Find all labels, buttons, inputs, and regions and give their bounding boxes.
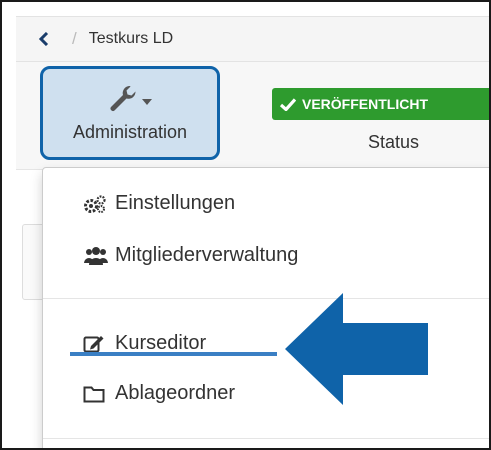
breadcrumb-course[interactable]: Testkurs LD bbox=[89, 30, 173, 48]
caret-down-icon bbox=[142, 92, 152, 110]
menu-item-label: Mitgliederverwaltung bbox=[115, 244, 299, 266]
status-badge-text: VERÖFFENTLICHT bbox=[302, 96, 428, 112]
edit-icon bbox=[83, 334, 109, 354]
breadcrumb-separator: / bbox=[72, 29, 77, 48]
breadcrumb: / Testkurs LD bbox=[16, 16, 489, 62]
menu-divider bbox=[43, 438, 489, 439]
menu-item-mitgliederverwaltung[interactable]: Mitgliederverwaltung bbox=[83, 244, 298, 267]
administration-button[interactable]: Administration bbox=[40, 66, 220, 160]
arrow-left-icon bbox=[285, 293, 428, 405]
users-icon bbox=[83, 246, 109, 266]
status-label: Status bbox=[368, 132, 420, 152]
chevron-left-icon[interactable] bbox=[38, 31, 54, 47]
status-badge: VERÖFFENTLICHT bbox=[272, 88, 489, 120]
menu-item-einstellungen[interactable]: Einstellungen bbox=[83, 192, 235, 215]
wrench-icon bbox=[108, 84, 138, 117]
administration-label: Administration bbox=[72, 121, 188, 142]
menu-item-ablageordner[interactable]: Ablageordner bbox=[83, 382, 235, 405]
screenshot-frame: / Testkurs LD Administration VERÖFFENTLI… bbox=[0, 0, 491, 450]
folder-icon bbox=[83, 384, 109, 404]
check-icon bbox=[280, 97, 296, 111]
menu-item-label: Ablageordner bbox=[115, 382, 236, 404]
cogs-icon bbox=[83, 194, 109, 214]
kurseditor-underline bbox=[70, 352, 277, 356]
menu-item-label: Einstellungen bbox=[115, 192, 236, 214]
